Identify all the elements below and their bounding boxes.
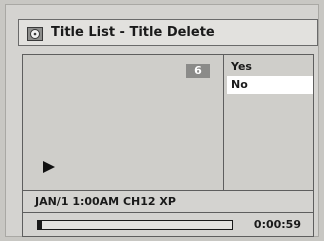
page-title: Title List - Title Delete xyxy=(51,25,215,40)
menu-item-yes[interactable]: Yes xyxy=(227,58,313,76)
progress-bar xyxy=(37,220,233,230)
progress-fill xyxy=(38,221,42,229)
playback-status: 0:00:59 xyxy=(22,213,314,237)
elapsed-time: 0:00:59 xyxy=(253,218,301,231)
title-panel: 6 Yes No xyxy=(22,54,314,191)
title-info: JAN/1 1:00AM CH12 XP xyxy=(22,191,314,213)
play-icon xyxy=(43,161,55,173)
title-bar: Title List - Title Delete xyxy=(18,19,318,46)
menu-item-no[interactable]: No xyxy=(227,76,313,94)
title-number-badge: 6 xyxy=(186,64,210,78)
title-preview: 6 xyxy=(23,55,224,190)
delete-confirm-menu: Yes No xyxy=(227,58,313,94)
disc-icon xyxy=(27,26,43,41)
